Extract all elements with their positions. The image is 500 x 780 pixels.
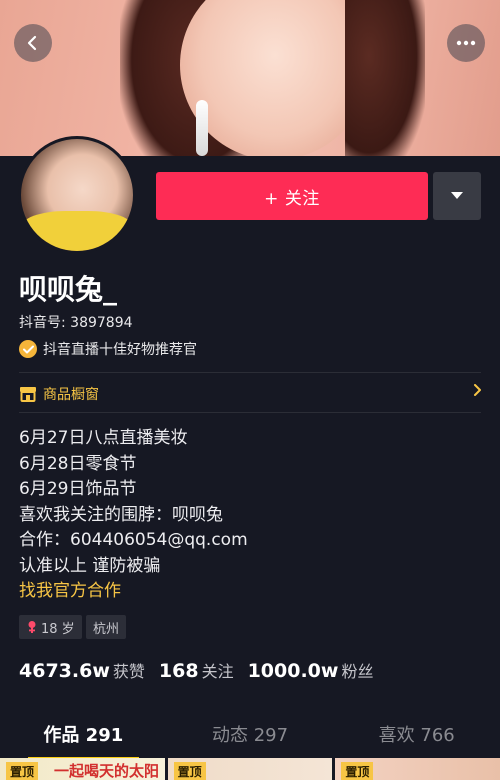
likes-label: 获赞 <box>112 662 145 681</box>
bio: 6月27日八点直播美妆 6月28日零食节 6月29日饰品节 喜欢我关注的围脖：呗… <box>19 426 248 605</box>
female-icon <box>28 621 36 633</box>
followers-count: 1000.0w <box>247 660 339 682</box>
verification-text: 抖音直播十佳好物推荐官 <box>43 342 197 358</box>
pinned-badge: 置顶 <box>341 762 374 780</box>
following-stat[interactable]: 168 关注 <box>159 658 234 682</box>
thumbnail-caption: 一起喝天的太阳 <box>54 762 160 780</box>
chevron-right-icon <box>473 384 481 400</box>
tab-likes[interactable]: 喜欢 766 <box>333 712 500 756</box>
video-thumbnail[interactable]: 置顶 一起喝天的太阳 <box>0 758 165 780</box>
likes-count: 4673.6w <box>19 660 110 682</box>
verified-check-icon <box>19 340 37 358</box>
followers-label: 粉丝 <box>341 662 374 681</box>
divider <box>19 372 481 373</box>
following-label: 关注 <box>201 662 234 681</box>
more-dots-icon <box>456 40 476 46</box>
follow-label: + 关注 <box>264 188 320 209</box>
divider <box>19 412 481 413</box>
pinned-badge: 置顶 <box>6 762 39 780</box>
city-tag: 杭州 <box>86 615 127 639</box>
more-button[interactable] <box>447 24 485 62</box>
video-thumbnail[interactable]: 置顶 <box>167 758 333 780</box>
bio-line: 认准以上 谨防被骗 <box>19 555 161 576</box>
cover-earring <box>196 100 208 156</box>
tab-moments[interactable]: 动态 297 <box>167 712 334 756</box>
avatar[interactable] <box>18 136 136 254</box>
follow-button[interactable]: + 关注 <box>156 172 428 220</box>
douyin-id: 抖音号: 3897894 <box>19 315 133 331</box>
nickname: 呗呗兔_ <box>19 273 118 306</box>
cover-face <box>180 0 370 156</box>
age-tag: 18 岁 <box>19 615 82 639</box>
triangle-down-icon <box>451 192 463 199</box>
video-thumbnail[interactable]: 置顶 <box>335 758 500 780</box>
back-button[interactable] <box>14 24 52 62</box>
likes-stat: 4673.6w 获赞 <box>19 658 145 682</box>
bio-line: 喜欢我关注的围脖：呗呗兔 <box>19 504 223 525</box>
showcase-label: 商品橱窗 <box>43 387 99 403</box>
age-label: 18 岁 <box>41 621 75 637</box>
stats-row: 4673.6w 获赞 168 关注 1000.0w 粉丝 <box>19 658 387 682</box>
followers-stat[interactable]: 1000.0w 粉丝 <box>248 658 374 682</box>
following-count: 168 <box>158 660 199 682</box>
pinned-badge: 置顶 <box>173 762 206 780</box>
recommend-dropdown-button[interactable] <box>433 172 481 220</box>
cover-photo <box>0 0 500 156</box>
back-arrow-icon <box>27 35 37 51</box>
verification-row: 抖音直播十佳好物推荐官 <box>19 338 197 360</box>
city-label: 杭州 <box>93 621 120 637</box>
bio-line: 合作：604406054@qq.com <box>19 530 248 550</box>
bio-line: 6月29日饰品节 <box>19 479 137 499</box>
video-grid: 置顶 一起喝天的太阳 置顶 置顶 <box>0 758 500 780</box>
bio-line: 6月27日八点直播美妆 <box>19 428 188 448</box>
avatar-shirt <box>21 211 133 251</box>
shop-icon <box>19 386 37 402</box>
official-cooperation-link[interactable]: 找我官方合作 <box>19 579 248 605</box>
cover-hair-right <box>345 0 425 156</box>
bio-line: 6月28日零食节 <box>19 453 137 474</box>
content-tabs: 作品 291 动态 297 喜欢 766 <box>0 712 500 760</box>
product-showcase-link[interactable]: 商品橱窗 <box>19 381 481 407</box>
tab-works[interactable]: 作品 291 <box>0 712 167 760</box>
